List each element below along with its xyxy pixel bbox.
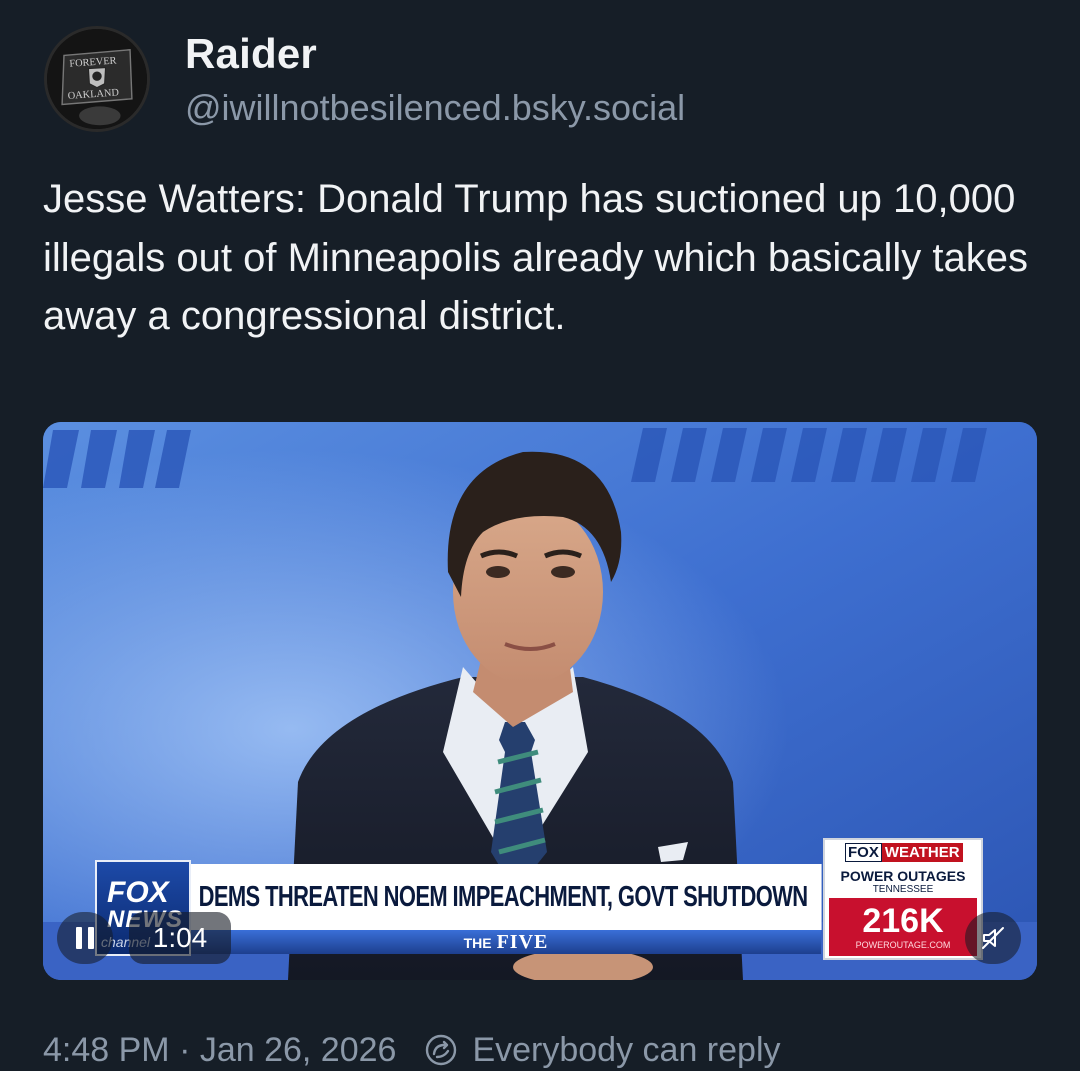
pause-icon [76, 927, 94, 949]
post-footer: 4:48 PM · Jan 26, 2026 Everybody can rep… [43, 1026, 781, 1071]
post-text: Jesse Watters: Donald Trump has suctione… [43, 177, 1028, 338]
video-time: 1:04 [129, 912, 231, 964]
post-timestamp: 4:48 PM · Jan 26, 2026 [43, 1030, 397, 1069]
show-prefix: THE [463, 935, 492, 951]
reply-setting-text[interactable]: Everybody can reply [472, 1031, 780, 1070]
fox-weather-fox: FOX [845, 843, 882, 862]
fox-weather-brand: FOX WEATHER [845, 843, 963, 864]
outage-title: POWER OUTAGES [840, 868, 966, 884]
outage-state: TENNESSEE [872, 884, 934, 895]
show-name: FIVE [496, 931, 549, 953]
author-handle[interactable]: @iwillnotbesilenced.bsky.social [185, 87, 685, 129]
reply-settings-icon [424, 1033, 458, 1067]
weather-outage-box: FOX WEATHER POWER OUTAGES TENNESSEE 216K … [823, 838, 983, 960]
fox-weather-weather: WEATHER [881, 843, 963, 862]
outage-count: 216K [862, 902, 944, 940]
avatar-image: FOREVER OAKLAND [47, 29, 147, 129]
speaker-muted-icon [982, 927, 1004, 949]
show-name-bar: THE FIVE [191, 930, 821, 954]
outage-count-box: 216K POWEROUTAGE.COM [829, 898, 977, 956]
author-display-name[interactable]: Raider [185, 30, 317, 78]
post: FOREVER OAKLAND Raider @iwillnotbesilenc… [0, 0, 1080, 1071]
mute-button[interactable] [965, 912, 1021, 964]
outage-source: POWEROUTAGE.COM [855, 940, 951, 950]
avatar[interactable]: FOREVER OAKLAND [44, 26, 150, 132]
video-player[interactable]: FOX NEWS channel DEMS THREATEN NOEM IMPE… [43, 422, 1037, 980]
fox-logo-text: FOX [107, 876, 169, 909]
chyron-headline: DEMS THREATEN NOEM IMPEACHMENT, GOVT SHU… [191, 864, 822, 930]
pause-button[interactable] [57, 912, 113, 964]
